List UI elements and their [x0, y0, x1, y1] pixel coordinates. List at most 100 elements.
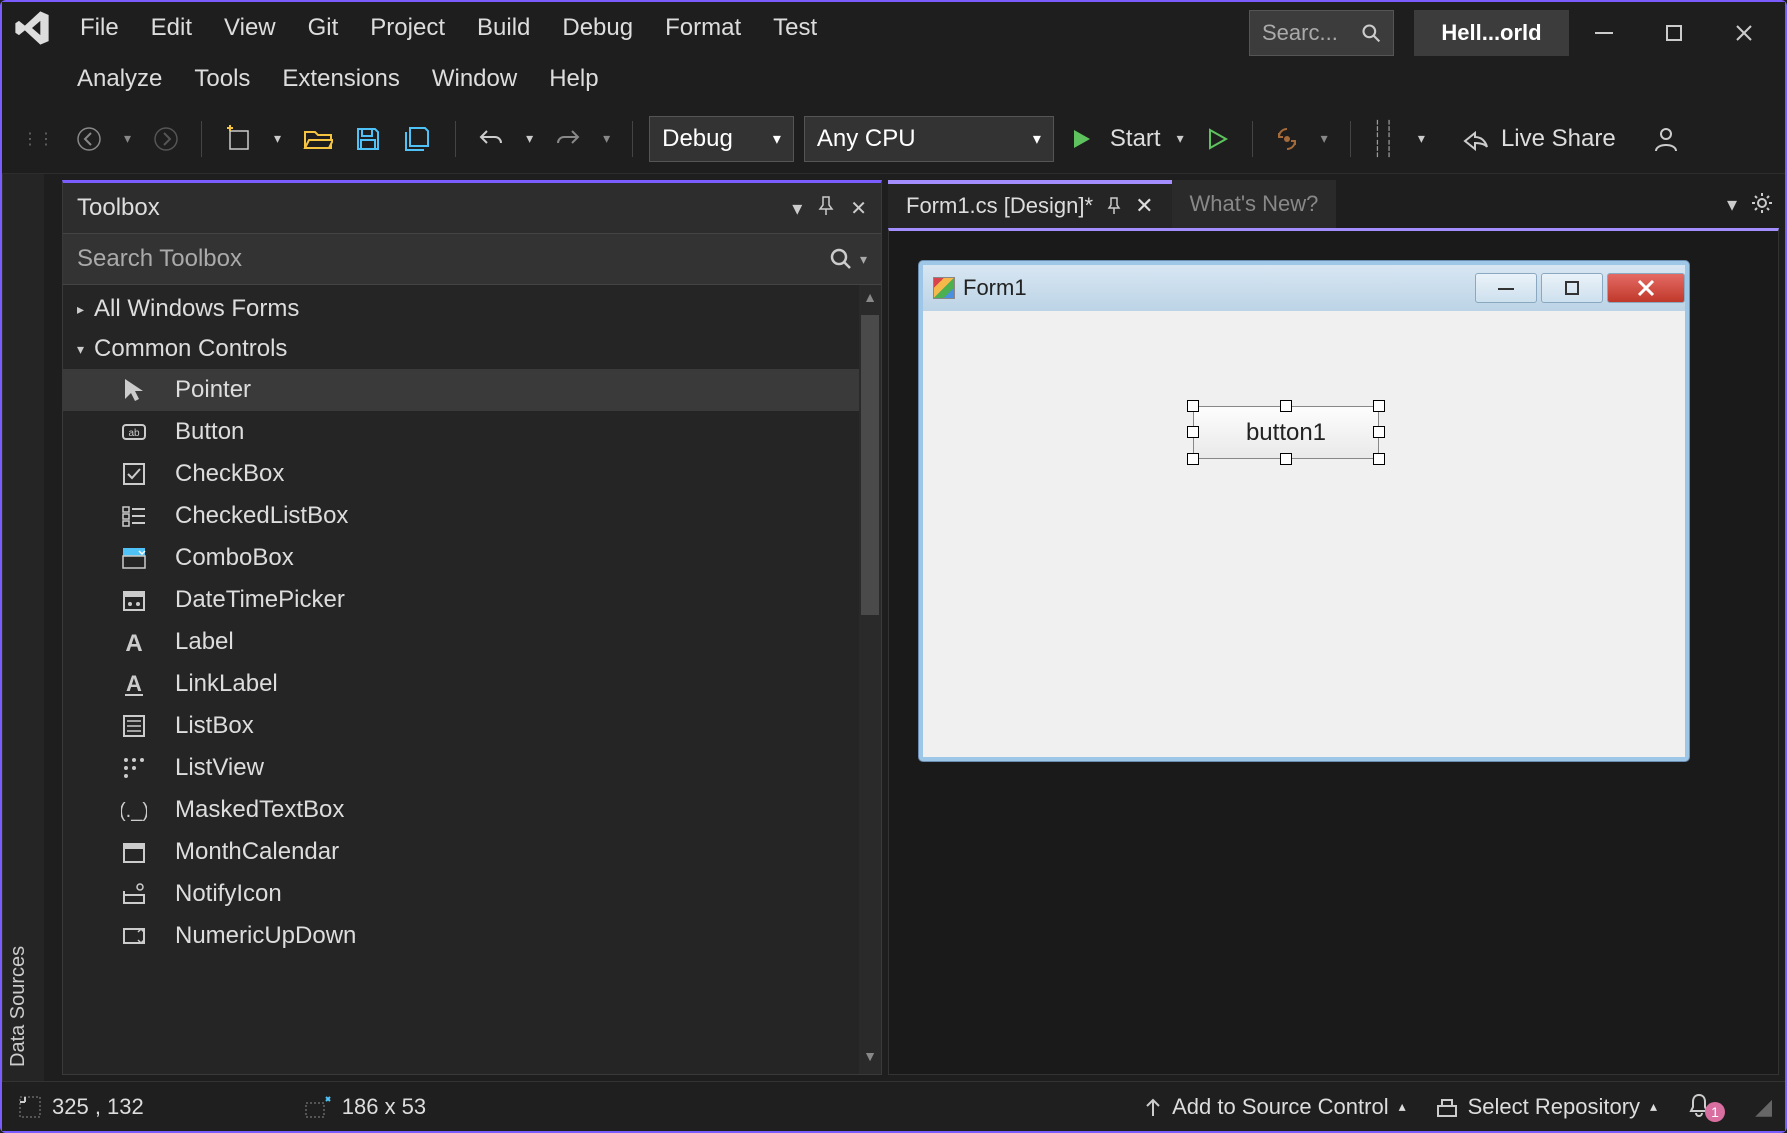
search-icon	[1361, 23, 1381, 43]
scroll-down-icon[interactable]: ▼	[859, 1048, 881, 1070]
mask-icon: (._)	[119, 795, 149, 825]
menu-git[interactable]: Git	[308, 14, 339, 42]
toolbox-item-listview[interactable]: ListView	[63, 747, 881, 789]
toolbox-group[interactable]: ▸All Windows Forms	[63, 289, 881, 329]
new-item-button[interactable]	[218, 119, 258, 159]
tab-form1-design[interactable]: Form1.cs [Design]* ✕	[888, 180, 1172, 228]
toolbox-item-notifyicon[interactable]: NotifyIcon	[63, 873, 881, 915]
chevron-down-icon[interactable]: ▾	[860, 251, 867, 268]
toolbox-item-label[interactable]: ALabel	[63, 621, 881, 663]
close-icon[interactable]: ✕	[1135, 193, 1153, 219]
menu-view[interactable]: View	[224, 14, 276, 42]
toolbox-group[interactable]: ▾Common Controls	[63, 329, 881, 369]
resize-handle[interactable]	[1280, 453, 1292, 465]
clb-icon	[119, 501, 149, 531]
align-tools-icon[interactable]: ┆┆┆┆	[1367, 119, 1402, 159]
platform-dropdown[interactable]: Any CPU▾	[804, 116, 1054, 162]
form-preview[interactable]: Form1 button1	[919, 261, 1689, 761]
toolbox-item-pointer[interactable]: Pointer	[63, 369, 881, 411]
menu-test[interactable]: Test	[773, 14, 817, 42]
hot-reload-button[interactable]	[1269, 119, 1305, 159]
menu-analyze[interactable]: Analyze	[77, 65, 162, 93]
chevron-down-icon[interactable]: ▾	[520, 119, 539, 159]
undo-button[interactable]	[472, 119, 510, 159]
nav-forward-button[interactable]	[147, 119, 185, 159]
chevron-down-icon[interactable]: ▾	[597, 119, 616, 159]
toolbox-item-checkedlistbox[interactable]: CheckedListBox	[63, 495, 881, 537]
resize-handle[interactable]	[1373, 400, 1385, 412]
start-debug-button[interactable]	[1064, 119, 1100, 159]
toolbox-item-datetimepicker[interactable]: DateTimePicker	[63, 579, 881, 621]
form-maximize-button	[1541, 273, 1603, 303]
menu-edit[interactable]: Edit	[151, 14, 192, 42]
toolbox-item-button[interactable]: abButton	[63, 411, 881, 453]
main-toolbar: ⋮⋮ ▾ ▾ ▾ ▾ Debug▾ Any CPU▾ Start ▾ ▾ ┆┆┆…	[2, 104, 1785, 174]
toolbox-item-checkbox[interactable]: CheckBox	[63, 453, 881, 495]
account-button[interactable]	[1646, 119, 1686, 159]
menu-tools[interactable]: Tools	[194, 65, 250, 93]
resize-handle[interactable]	[1373, 426, 1385, 438]
resize-handle[interactable]	[1280, 400, 1292, 412]
start-nodebug-button[interactable]	[1200, 119, 1236, 159]
resize-handle[interactable]	[1187, 400, 1199, 412]
chevron-down-icon[interactable]: ▾	[1412, 119, 1431, 159]
resize-handle[interactable]	[1187, 426, 1199, 438]
source-control-button[interactable]: Add to Source Control ▴	[1144, 1094, 1406, 1120]
close-button[interactable]	[1709, 10, 1779, 56]
scroll-up-icon[interactable]: ▲	[859, 289, 881, 311]
redo-button[interactable]	[549, 119, 587, 159]
close-icon[interactable]: ✕	[850, 196, 867, 221]
chevron-down-icon[interactable]: ▾	[1171, 119, 1190, 159]
toolbox-item-maskedtextbox[interactable]: (._) MaskedTextBox	[63, 789, 881, 831]
menu-help[interactable]: Help	[549, 65, 598, 93]
pin-icon[interactable]	[1107, 197, 1121, 215]
form-close-button	[1607, 273, 1685, 303]
data-sources-tab[interactable]: Data Sources	[2, 174, 44, 1081]
menu-file[interactable]: File	[80, 14, 119, 42]
tab-overflow-button[interactable]: ▾	[1727, 192, 1737, 217]
svg-text:ab: ab	[128, 428, 140, 439]
svg-text:(._): (._)	[121, 800, 147, 822]
save-button[interactable]	[349, 119, 387, 159]
lb-icon	[119, 711, 149, 741]
resize-handle[interactable]	[1187, 453, 1199, 465]
menu-build[interactable]: Build	[477, 14, 530, 42]
toolbox-item-monthcalendar[interactable]: MonthCalendar	[63, 831, 881, 873]
nav-back-button[interactable]	[70, 119, 108, 159]
chevron-down-icon[interactable]: ▾	[268, 119, 287, 159]
gear-icon[interactable]	[1751, 192, 1773, 217]
menu-debug[interactable]: Debug	[562, 14, 633, 42]
item-label: MaskedTextBox	[175, 796, 344, 824]
notifications-button[interactable]: 1	[1687, 1092, 1725, 1122]
design-surface[interactable]: Form1 button1	[888, 228, 1779, 1075]
open-button[interactable]	[297, 119, 339, 159]
menu-extensions[interactable]: Extensions	[282, 65, 399, 93]
button1-control[interactable]: button1	[1193, 406, 1379, 459]
live-share-button[interactable]: Live Share	[1461, 125, 1616, 153]
pin-icon[interactable]	[818, 196, 834, 221]
minimize-button[interactable]	[1569, 10, 1639, 56]
config-dropdown[interactable]: Debug▾	[649, 116, 794, 162]
menu-format[interactable]: Format	[665, 14, 741, 42]
chevron-down-icon[interactable]: ▾	[1315, 119, 1334, 159]
toolbox-item-combobox[interactable]: ComboBox	[63, 537, 881, 579]
panel-options-button[interactable]: ▾	[792, 196, 802, 221]
chevron-down-icon[interactable]: ▾	[118, 119, 137, 159]
toolbox-search[interactable]: Search Toolbox ▾	[63, 233, 881, 285]
global-search[interactable]: Searc...	[1249, 10, 1394, 56]
save-all-button[interactable]	[397, 119, 439, 159]
toolbox-item-linklabel[interactable]: ALinkLabel	[63, 663, 881, 705]
select-repo-button[interactable]: Select Repository ▴	[1436, 1094, 1657, 1120]
feedback-icon[interactable]: ◢	[1755, 1094, 1769, 1120]
toolbox-scrollbar[interactable]: ▲ ▼	[859, 285, 881, 1074]
menu-window[interactable]: Window	[432, 65, 517, 93]
maximize-button[interactable]	[1639, 10, 1709, 56]
menu-project[interactable]: Project	[370, 14, 445, 42]
toolbox-item-numericupdown[interactable]: NumericUpDown	[63, 915, 881, 957]
chevron-down-icon: ▾	[773, 129, 781, 149]
resize-handle[interactable]	[1373, 453, 1385, 465]
scroll-thumb[interactable]	[861, 315, 879, 615]
toolbox-item-listbox[interactable]: ListBox	[63, 705, 881, 747]
combo-icon	[119, 543, 149, 573]
tab-whats-new[interactable]: What's New?	[1172, 180, 1337, 228]
